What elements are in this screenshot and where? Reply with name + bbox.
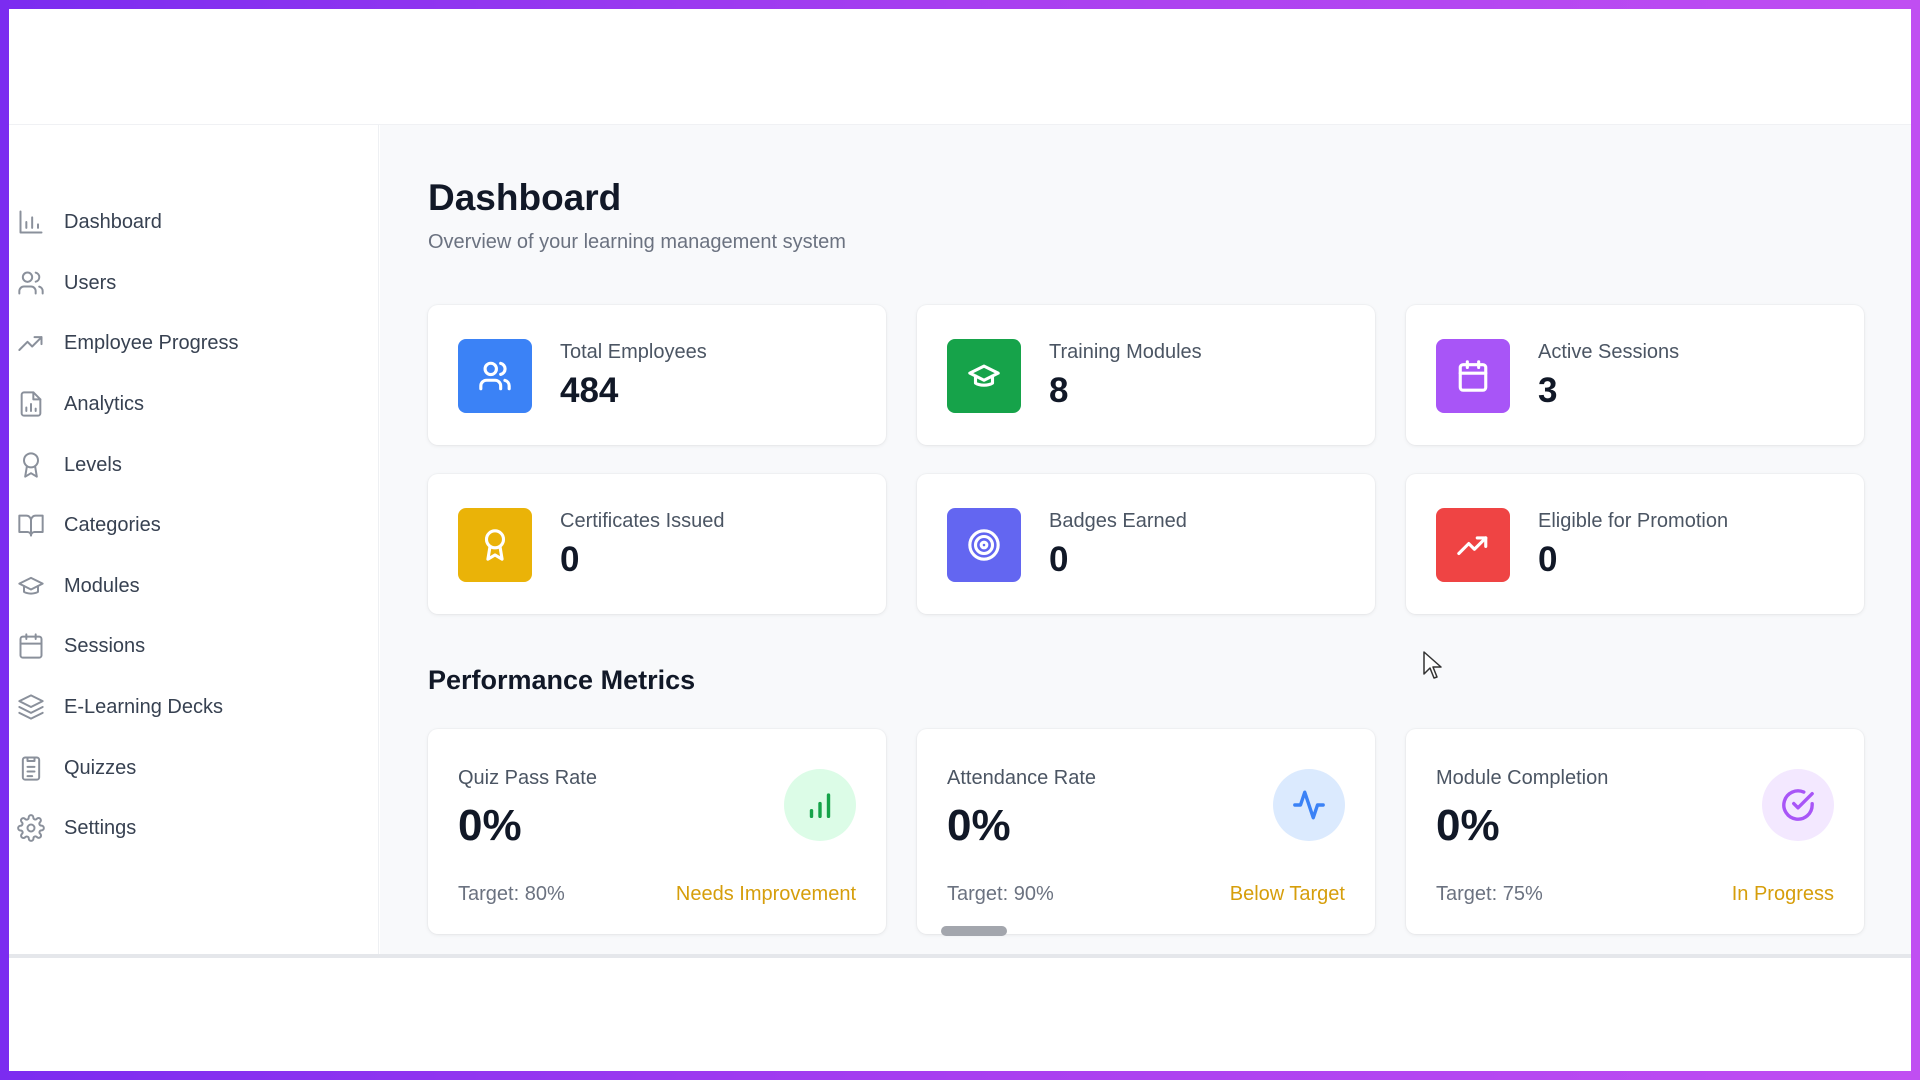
book-open-icon	[17, 511, 45, 539]
graduation-cap-icon	[17, 572, 45, 600]
award-icon	[458, 508, 532, 582]
sidebar-item-label: Sessions	[64, 634, 146, 657]
stat-value: 0	[1538, 540, 1558, 579]
sidebar-item-label: Analytics	[64, 392, 145, 415]
metric-card-attendance-rate: Attendance Rate 0% Target: 90% Below Tar…	[917, 729, 1375, 934]
metric-card-quiz-pass-rate: Quiz Pass Rate 0% Target: 80% Needs Impr…	[428, 729, 886, 934]
sidebar-item-categories[interactable]: Categories	[9, 501, 379, 549]
sidebar-item-analytics[interactable]: Analytics	[9, 380, 379, 428]
stat-label: Certificates Issued	[560, 510, 725, 532]
metric-label: Module Completion	[1436, 767, 1609, 789]
sidebar-item-settings[interactable]: Settings	[9, 804, 379, 852]
stat-label: Training Modules	[1049, 341, 1202, 363]
layers-icon	[17, 693, 45, 721]
stat-value: 484	[560, 371, 619, 410]
bottom-area	[9, 954, 1911, 1071]
sidebar-item-label: Levels	[64, 453, 122, 476]
stat-label: Eligible for Promotion	[1538, 510, 1729, 532]
metric-target: Target: 90%	[947, 883, 1054, 905]
top-bar	[9, 9, 1911, 125]
stat-card-eligible-for-promotion: Eligible for Promotion 0	[1406, 474, 1864, 614]
file-chart-icon	[17, 390, 45, 418]
bar-chart-icon	[17, 208, 45, 236]
section-title-performance: Performance Metrics	[428, 665, 696, 695]
metric-target: Target: 75%	[1436, 883, 1543, 905]
sidebar-item-dashboard[interactable]: Dashboard	[9, 198, 379, 246]
users-icon	[458, 339, 532, 413]
sidebar-item-label: Quizzes	[64, 756, 137, 779]
sidebar-item-quizzes[interactable]: Quizzes	[9, 744, 379, 792]
trending-up-icon	[1436, 508, 1510, 582]
stat-card-badges-earned: Badges Earned 0	[917, 474, 1375, 614]
metric-status: Needs Improvement	[675, 883, 856, 905]
metric-value: 0%	[458, 801, 522, 850]
award-icon	[17, 451, 45, 479]
stat-card-certificates-issued: Certificates Issued 0	[428, 474, 886, 614]
horizontal-scrollbar-thumb[interactable]	[941, 926, 1007, 936]
metric-value: 0%	[1436, 801, 1500, 850]
app-window: Dashboard Users Employee Progress Analyt…	[9, 9, 1911, 1071]
sidebar: Dashboard Users Employee Progress Analyt…	[9, 125, 379, 954]
sidebar-item-e-learning-decks[interactable]: E-Learning Decks	[9, 683, 379, 731]
activity-icon	[1273, 769, 1345, 841]
sidebar-item-modules[interactable]: Modules	[9, 562, 379, 610]
sidebar-item-levels[interactable]: Levels	[9, 441, 379, 489]
sidebar-item-employee-progress[interactable]: Employee Progress	[9, 319, 379, 367]
graduation-cap-icon	[947, 339, 1021, 413]
clipboard-list-icon	[17, 754, 45, 782]
sidebar-item-label: Modules	[64, 574, 140, 597]
stat-card-training-modules: Training Modules 8	[917, 305, 1375, 445]
metric-status: In Progress	[1731, 883, 1834, 905]
stat-card-total-employees: Total Employees 484	[428, 305, 886, 445]
stat-label: Active Sessions	[1538, 341, 1680, 363]
sidebar-item-label: Categories	[64, 513, 161, 536]
page-subtitle: Overview of your learning management sys…	[428, 231, 846, 253]
mouse-cursor-icon	[1423, 651, 1442, 679]
page-title: Dashboard	[428, 177, 622, 218]
bar-chart-icon	[784, 769, 856, 841]
stat-label: Badges Earned	[1049, 510, 1187, 532]
stat-value: 0	[560, 540, 580, 579]
sidebar-item-label: Employee Progress	[64, 331, 239, 354]
sidebar-item-label: Users	[64, 271, 117, 294]
users-icon	[17, 269, 45, 297]
metric-value: 0%	[947, 801, 1011, 850]
metric-label: Attendance Rate	[947, 767, 1096, 789]
stat-value: 8	[1049, 371, 1069, 410]
metric-target: Target: 80%	[458, 883, 565, 905]
stat-value: 0	[1049, 540, 1069, 579]
metric-status: Below Target	[1229, 883, 1345, 905]
gear-icon	[17, 814, 45, 842]
check-circle-icon	[1762, 769, 1834, 841]
sidebar-item-sessions[interactable]: Sessions	[9, 622, 379, 670]
sidebar-item-label: E-Learning Decks	[64, 695, 223, 718]
calendar-icon	[1436, 339, 1510, 413]
metric-label: Quiz Pass Rate	[458, 767, 597, 789]
stat-value: 3	[1538, 371, 1558, 410]
metric-card-module-completion: Module Completion 0% Target: 75% In Prog…	[1406, 729, 1864, 934]
stat-card-active-sessions: Active Sessions 3	[1406, 305, 1864, 445]
calendar-icon	[17, 632, 45, 660]
trending-up-icon	[17, 329, 45, 357]
sidebar-item-users[interactable]: Users	[9, 259, 379, 307]
sidebar-item-label: Dashboard	[64, 210, 162, 233]
main-content: Dashboard Overview of your learning mana…	[380, 125, 1911, 954]
target-icon	[947, 508, 1021, 582]
sidebar-item-label: Settings	[64, 816, 137, 839]
stat-label: Total Employees	[560, 341, 707, 363]
